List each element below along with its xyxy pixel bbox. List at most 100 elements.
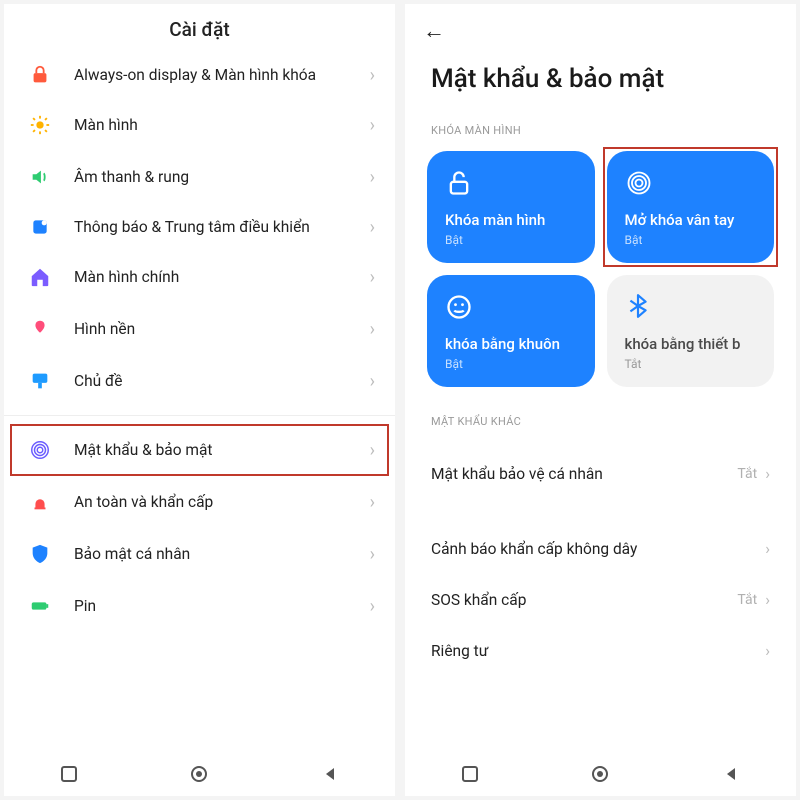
row-wallpaper[interactable]: Hình nền ›: [4, 303, 395, 355]
fingerprint-icon: [28, 438, 52, 462]
row-right: Tắt ›: [737, 464, 770, 483]
row-private[interactable]: Riêng tư ›: [405, 625, 796, 676]
row-label: Bảo mật cá nhân: [74, 544, 370, 565]
card-status: Bật: [625, 233, 757, 247]
card-title: Mở khóa vân tay: [625, 211, 757, 229]
chevron-right-icon: ›: [370, 544, 375, 565]
sun-icon: [28, 113, 52, 137]
nav-home-icon[interactable]: [189, 764, 209, 784]
chevron-right-icon: ›: [370, 492, 375, 513]
settings-title: Cài đặt: [4, 4, 395, 51]
fingerprint-icon: [625, 169, 653, 197]
wallpaper-icon: [28, 317, 52, 341]
row-sound[interactable]: Âm thanh & rung ›: [4, 151, 395, 203]
chevron-right-icon: ›: [370, 65, 375, 86]
row-label: Riêng tư: [431, 642, 488, 660]
row-safety-emergency[interactable]: An toàn và khẩn cấp ›: [4, 476, 395, 528]
row-password-security[interactable]: Mật khẩu & bảo mật ›: [4, 424, 395, 476]
theme-icon: [28, 369, 52, 393]
card-face-unlock[interactable]: khóa bằng khuôn Bật: [427, 275, 595, 387]
section-screen-lock: KHÓA MÀN HÌNH: [405, 118, 796, 151]
row-battery[interactable]: Pin ›: [4, 580, 395, 632]
chevron-right-icon: ›: [370, 319, 375, 340]
row-label: Thông báo & Trung tâm điều khiển: [74, 217, 370, 238]
row-label: Màn hình: [74, 115, 370, 136]
left-phone: Cài đặt Always-on display & Màn hình khó…: [4, 4, 395, 796]
row-wireless-emergency[interactable]: Cảnh báo khẩn cấp không dây ›: [405, 523, 796, 574]
chevron-right-icon: ›: [370, 440, 375, 461]
topbar: ←: [405, 4, 796, 48]
row-status: Tắt: [737, 466, 757, 482]
alarm-icon: [28, 490, 52, 514]
bell-icon: [28, 215, 52, 239]
row-label: Mật khẩu & bảo mật: [74, 440, 370, 461]
section-other-passwords: MẬT KHẨU KHÁC: [405, 387, 796, 442]
divider: [4, 415, 395, 416]
lock-cards: Khóa màn hình Bật Mở khóa vân tay Bật kh…: [405, 151, 796, 387]
row-right: ›: [765, 539, 770, 558]
right-phone: ← Mật khẩu & bảo mật KHÓA MÀN HÌNH Khóa …: [405, 4, 796, 796]
chevron-right-icon: ›: [765, 590, 770, 609]
smile-icon: [445, 293, 473, 321]
row-label: Pin: [74, 596, 370, 617]
lock-red-icon: [28, 63, 52, 87]
home-icon: [28, 265, 52, 289]
chevron-right-icon: ›: [765, 641, 770, 660]
lock-icon: [445, 169, 473, 197]
card-status: Bật: [445, 357, 577, 371]
card-title: khóa bằng thiết b: [625, 335, 757, 353]
other-list: Mật khẩu bảo vệ cá nhân Tắt › Cảnh báo k…: [405, 442, 796, 676]
row-right: ›: [765, 641, 770, 660]
row-privacy-password[interactable]: Mật khẩu bảo vệ cá nhân Tắt ›: [405, 448, 796, 499]
row-privacy[interactable]: Bảo mật cá nhân ›: [4, 528, 395, 580]
row-sos[interactable]: SOS khẩn cấp Tắt ›: [405, 574, 796, 625]
card-title: Khóa màn hình: [445, 211, 577, 229]
volume-icon: [28, 165, 52, 189]
chevron-right-icon: ›: [765, 464, 770, 483]
row-always-on-display[interactable]: Always-on display & Màn hình khóa ›: [4, 51, 395, 99]
chevron-right-icon: ›: [370, 371, 375, 392]
row-display[interactable]: Màn hình ›: [4, 99, 395, 151]
row-right: Tắt ›: [737, 590, 770, 609]
nav-back-icon[interactable]: [721, 764, 741, 784]
back-icon[interactable]: ←: [423, 18, 445, 44]
row-label: Hình nền: [74, 319, 370, 340]
row-label: Always-on display & Màn hình khóa: [74, 65, 370, 86]
nav-recent-icon[interactable]: [460, 764, 480, 784]
row-label: Âm thanh & rung: [74, 167, 370, 188]
card-screen-lock[interactable]: Khóa màn hình Bật: [427, 151, 595, 263]
row-label: SOS khẩn cấp: [431, 591, 526, 609]
row-label: Mật khẩu bảo vệ cá nhân: [431, 465, 603, 483]
row-label: Cảnh báo khẩn cấp không dây: [431, 540, 637, 558]
settings-list: Always-on display & Màn hình khóa › Màn …: [4, 51, 395, 752]
nav-back-icon[interactable]: [320, 764, 340, 784]
android-navbar: [405, 752, 796, 796]
card-status: Bật: [445, 233, 577, 247]
chevron-right-icon: ›: [370, 115, 375, 136]
nav-recent-icon[interactable]: [59, 764, 79, 784]
card-fingerprint-unlock[interactable]: Mở khóa vân tay Bật: [607, 151, 775, 263]
chevron-right-icon: ›: [370, 596, 375, 617]
row-notifications[interactable]: Thông báo & Trung tâm điều khiển ›: [4, 203, 395, 251]
chevron-right-icon: ›: [370, 267, 375, 288]
row-status: Tắt: [737, 592, 757, 608]
android-navbar: [4, 752, 395, 796]
chevron-right-icon: ›: [765, 539, 770, 558]
card-bluetooth-unlock[interactable]: khóa bằng thiết b Tắt: [607, 275, 775, 387]
nav-home-icon[interactable]: [590, 764, 610, 784]
card-title: khóa bằng khuôn: [445, 335, 577, 353]
card-status: Tắt: [625, 357, 757, 371]
row-label: Màn hình chính: [74, 267, 370, 288]
row-themes[interactable]: Chủ đề ›: [4, 355, 395, 407]
highlight-box: [603, 147, 779, 267]
shield-icon: [28, 542, 52, 566]
row-label: Chủ đề: [74, 371, 370, 392]
gap: [405, 499, 796, 523]
page-title: Mật khẩu & bảo mật: [405, 48, 796, 118]
row-label: An toàn và khẩn cấp: [74, 492, 370, 513]
chevron-right-icon: ›: [370, 167, 375, 188]
bluetooth-icon: [625, 293, 653, 321]
battery-icon: [28, 594, 52, 618]
row-home-screen[interactable]: Màn hình chính ›: [4, 251, 395, 303]
chevron-right-icon: ›: [370, 217, 375, 238]
